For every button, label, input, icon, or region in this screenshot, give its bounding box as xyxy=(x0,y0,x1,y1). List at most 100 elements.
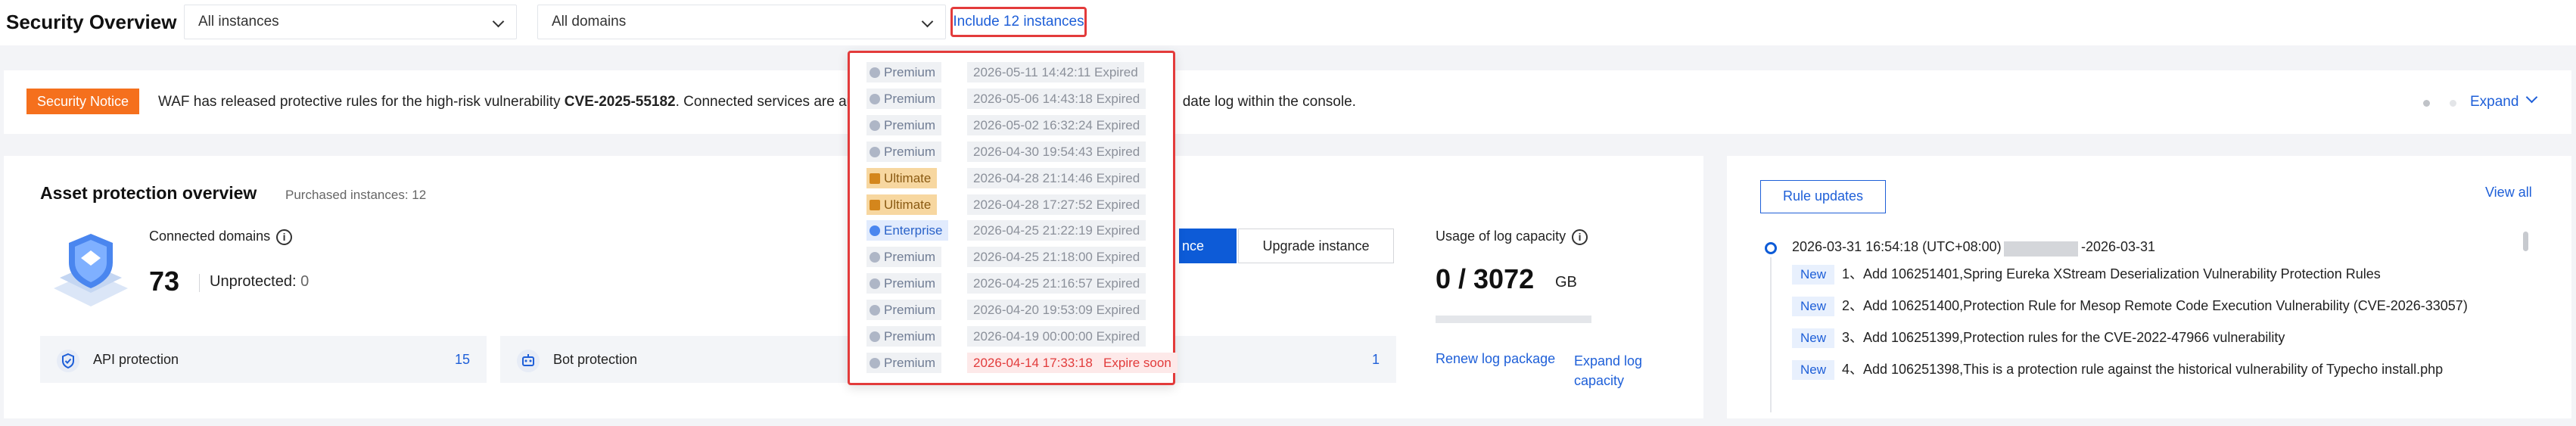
top-bar: Security Overview All instances All doma… xyxy=(0,0,2576,45)
instance-expiry: 2026-05-11 14:42:11 Expired xyxy=(967,62,1144,82)
security-notice-tag: Security Notice xyxy=(26,89,140,114)
instance-option[interactable]: Premium 2026-04-20 19:53:09 Expired xyxy=(866,300,1162,321)
instance-tier-label: Ultimate xyxy=(884,197,932,212)
timeline-dot-icon xyxy=(1765,242,1777,254)
chevron-down-icon[interactable] xyxy=(2525,91,2538,104)
instance-expiry: 2026-04-14 17:33:18 Expire soon xyxy=(967,352,1178,373)
rule-updates-button[interactable]: Rule updates xyxy=(1760,180,1886,213)
carousel-dot[interactable] xyxy=(2450,100,2456,107)
connected-domains-label: Connected domains i xyxy=(149,229,293,245)
instance-tier-label: Premium xyxy=(884,355,936,370)
renew-log-package-link[interactable]: Renew log package xyxy=(1436,351,1555,367)
asset-protection-title: Asset protection overview xyxy=(40,183,257,203)
expand-log-capacity-link[interactable]: Expand log capacity xyxy=(1574,351,1665,390)
instance-tier-badge: Premium xyxy=(866,273,942,294)
purchased-instances: Purchased instances: 12 xyxy=(285,188,427,202)
instance-expiry: 2026-04-25 21:22:19 Expired xyxy=(967,220,1146,241)
shield-check-icon xyxy=(57,350,79,372)
rule-item-text: 3、Add 106251399,Protection rules for the… xyxy=(1842,330,2285,345)
timeline-line xyxy=(1770,257,1772,412)
instance-tier-label: Premium xyxy=(884,303,936,318)
rule-update-date-end: -2026-03-31 xyxy=(2081,239,2156,254)
instance-option[interactable]: Premium 2026-04-14 17:33:18 Expire soon xyxy=(866,352,1178,373)
divider xyxy=(199,274,200,292)
protection-card-3-count: 1 xyxy=(1371,352,1380,367)
rule-item-text: 1、Add 106251401,Spring Eureka XStream De… xyxy=(1842,266,2381,281)
instance-tier-label: Premium xyxy=(884,91,936,106)
instance-expiry: 2026-05-02 16:32:24 Expired xyxy=(967,114,1146,135)
bot-icon xyxy=(517,350,540,372)
primary-instance-button[interactable]: nce xyxy=(1179,229,1237,263)
instance-option[interactable]: Premium 2026-05-11 14:42:11 Expired xyxy=(866,62,1162,82)
api-protection-card[interactable]: API protection 15 xyxy=(40,336,487,383)
rule-item-text: 4、Add 106251398,This is a protection rul… xyxy=(1842,362,2444,377)
instance-expiry: 2026-04-25 21:16:57 Expired xyxy=(967,273,1146,294)
instance-option[interactable]: Premium 2026-04-19 00:00:00 Expired xyxy=(866,326,1162,347)
upgrade-instance-button[interactable]: Upgrade instance xyxy=(1238,229,1394,263)
instance-tier-badge: Premium xyxy=(866,326,942,347)
connected-domains-text: Connected domains xyxy=(149,229,271,244)
notice-text-before: WAF has released protective rules for th… xyxy=(158,94,565,110)
log-capacity-unit: GB xyxy=(1555,274,1577,291)
instance-expiry: 2026-04-30 19:54:43 Expired xyxy=(967,141,1146,162)
scrollbar[interactable] xyxy=(2523,232,2528,251)
instance-tier-label: Ultimate xyxy=(884,170,932,185)
instance-option[interactable]: Premium 2026-05-02 16:32:24 Expired xyxy=(866,114,1162,135)
instance-option[interactable]: Enterprise 2026-04-25 21:22:19 Expired xyxy=(866,220,1162,241)
instance-option[interactable]: Premium 2026-04-25 21:18:00 Expired xyxy=(866,247,1162,268)
bot-protection-card[interactable]: Bot protection xyxy=(500,336,856,383)
instance-tier-label: Premium xyxy=(884,276,936,291)
instance-option[interactable]: Ultimate 2026-04-28 21:14:46 Expired xyxy=(866,167,1162,188)
tier-icon xyxy=(870,331,880,342)
rule-item: New 2、Add 106251400,Protection Rule for M… xyxy=(1792,295,2468,317)
bot-protection-label: Bot protection xyxy=(553,352,638,367)
include-instances-link[interactable]: Include 12 instances xyxy=(950,7,1087,37)
tier-icon xyxy=(870,146,880,157)
instance-select[interactable]: All instances xyxy=(184,5,517,39)
instance-select-value: All instances xyxy=(198,14,279,30)
api-protection-label: API protection xyxy=(93,352,179,367)
unprotected-value: 0 xyxy=(300,273,310,290)
new-badge: New xyxy=(1792,328,1834,349)
tier-icon xyxy=(870,120,880,131)
info-icon[interactable]: i xyxy=(1572,229,1588,245)
security-notice-banner: Security Notice WAF has released protect… xyxy=(4,70,2571,134)
instance-tier-badge: Premium xyxy=(866,141,942,162)
instance-expiry: 2026-04-25 21:18:00 Expired xyxy=(967,247,1146,268)
carousel-dot-active[interactable] xyxy=(2423,100,2430,107)
rule-update-date: 2026-03-31 16:54:18 (UTC+08:00) xyxy=(1792,239,2002,254)
chevron-down-icon xyxy=(492,15,505,28)
connected-domains-count: 73 xyxy=(149,266,180,297)
instance-tier-label: Premium xyxy=(884,329,936,344)
info-icon[interactable]: i xyxy=(276,229,293,245)
log-capacity-label: Usage of log capacity i xyxy=(1436,229,1588,245)
instance-option[interactable]: Premium 2026-04-25 21:16:57 Expired xyxy=(866,273,1162,294)
instance-tier-badge: Enterprise xyxy=(866,220,949,241)
security-notice-text: WAF has released protective rules for th… xyxy=(158,94,1356,110)
instance-tier-label: Premium xyxy=(884,144,936,159)
rule-item: New 3、Add 106251399,Protection rules for … xyxy=(1792,327,2285,349)
api-protection-count: 15 xyxy=(454,352,470,367)
instance-tier-badge: Premium xyxy=(866,352,942,373)
instance-expiry: 2026-04-28 21:14:46 Expired xyxy=(967,167,1146,188)
instance-tier-label: Enterprise xyxy=(884,223,943,238)
instance-tier-badge: Premium xyxy=(866,88,942,109)
protection-card-3[interactable]: 1 xyxy=(1165,336,1396,383)
instance-expiry: 2026-04-20 19:53:09 Expired xyxy=(967,300,1146,321)
instance-tier-label: Premium xyxy=(884,65,936,79)
instance-option[interactable]: Premium 2026-05-06 14:43:18 Expired xyxy=(866,88,1162,109)
instance-tier-badge: Premium xyxy=(866,247,942,268)
instance-option[interactable]: Ultimate 2026-04-28 17:27:52 Expired xyxy=(866,194,1162,215)
unprotected-label: Unprotected: xyxy=(210,273,297,290)
view-all-link[interactable]: View all xyxy=(2485,185,2532,201)
tier-icon xyxy=(870,305,880,316)
tier-icon xyxy=(870,67,880,78)
crown-icon xyxy=(870,173,880,184)
tier-icon xyxy=(870,357,880,368)
expand-notice-link[interactable]: Expand xyxy=(2470,94,2518,110)
notice-text-tail: date log within the console. xyxy=(1182,94,1356,110)
notice-cve: CVE-2025-55182 xyxy=(564,94,676,110)
log-capacity-value: 0 / 3072 xyxy=(1436,263,1535,294)
instance-option[interactable]: Premium 2026-04-30 19:54:43 Expired xyxy=(866,141,1162,162)
domain-select[interactable]: All domains xyxy=(537,5,946,39)
